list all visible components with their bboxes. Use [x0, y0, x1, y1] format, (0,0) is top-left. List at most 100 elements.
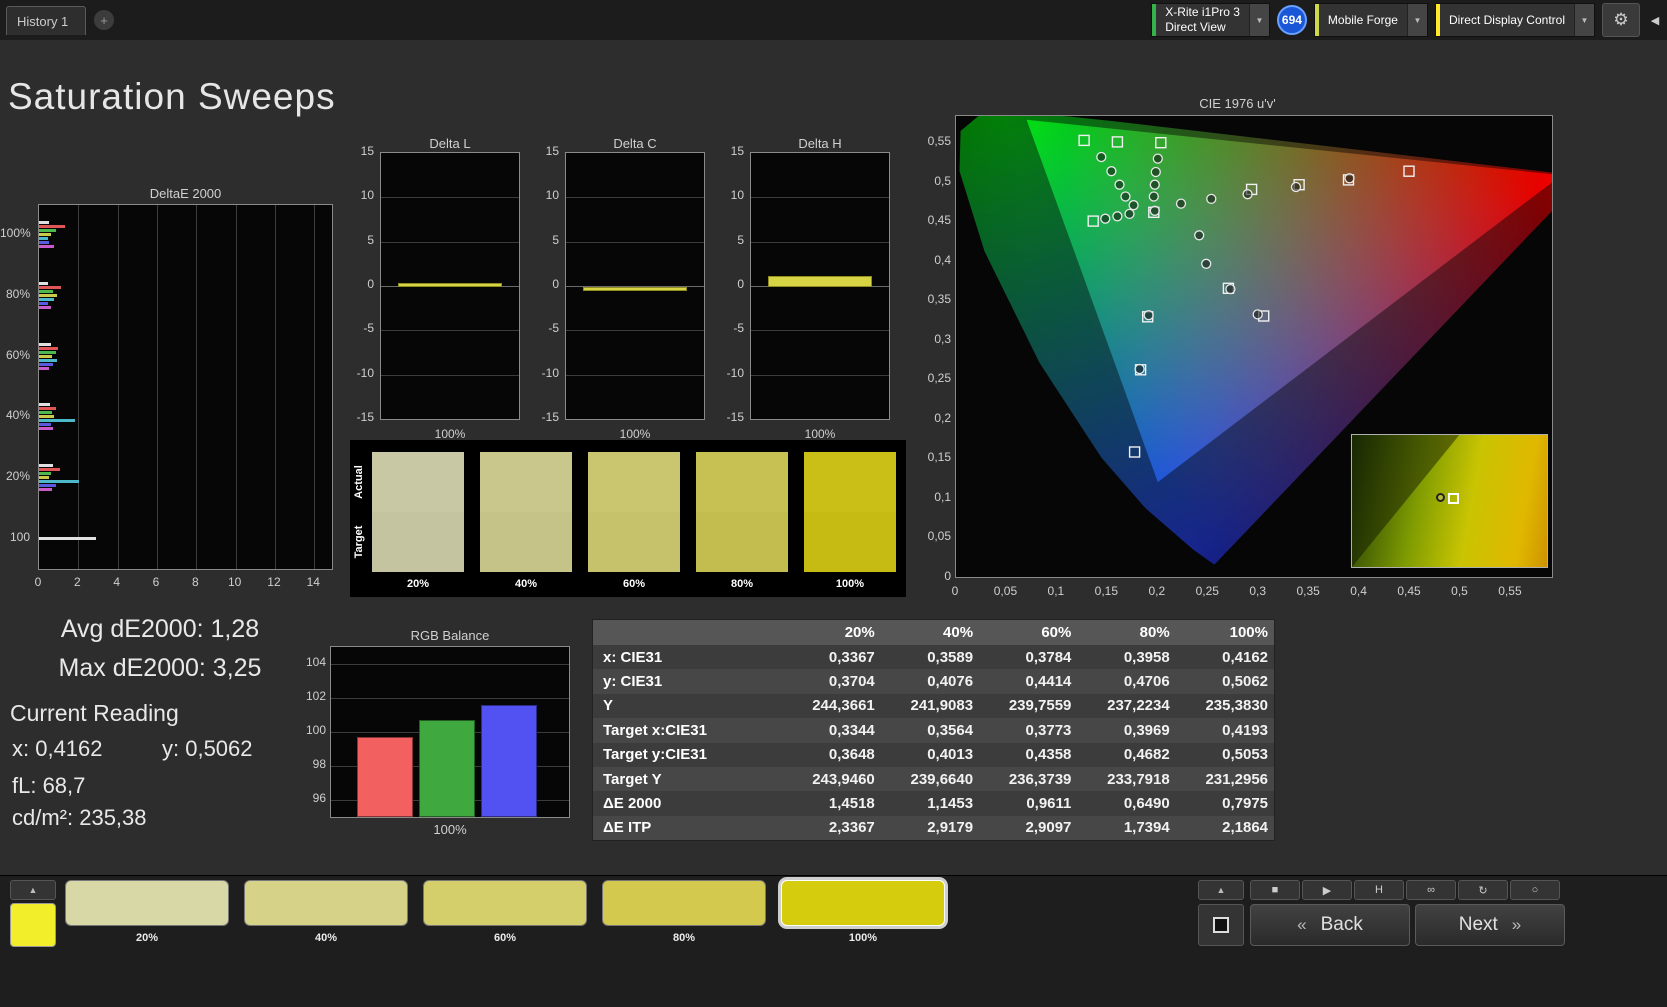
- back-label: Back: [1321, 914, 1363, 936]
- table-row: x: CIE310,33670,35890,37840,39580,4162: [593, 645, 1274, 669]
- axis-tick-label: 100: [296, 723, 326, 737]
- display-control-selector[interactable]: Direct Display Control ▼: [1435, 3, 1595, 37]
- axis-tick-label: 0,25: [911, 371, 951, 385]
- current-color-swatch[interactable]: [10, 903, 56, 947]
- axis-tick-label: -5: [344, 321, 374, 335]
- axis-tick-label: 0,35: [911, 292, 951, 306]
- deltae-bar: [39, 241, 49, 244]
- chevron-down-icon[interactable]: ▼: [1407, 4, 1427, 36]
- chevron-down-icon[interactable]: ▼: [1574, 4, 1594, 36]
- axis-tick-label: 5: [344, 233, 374, 247]
- cell-value: 236,3739: [979, 767, 1077, 791]
- gridline: [381, 330, 519, 331]
- axis-tick-label: 0,2: [911, 411, 951, 425]
- axis-tick-label: -15: [529, 410, 559, 424]
- deltae-bar: [39, 225, 65, 228]
- row-label: Target Y: [593, 767, 782, 791]
- collapse-panel-button[interactable]: ◀: [1647, 3, 1663, 37]
- collapse-up-right-button[interactable]: ▲: [1198, 880, 1244, 900]
- deltae-bar: [39, 355, 52, 358]
- axis-tick-label: 40%: [0, 408, 30, 422]
- actual-swatch: [372, 452, 464, 512]
- axis-tick-label: 10: [344, 188, 374, 202]
- table-header-row: 20%40%60%80%100%: [593, 620, 1274, 645]
- current-y-reading: y: 0,5062: [162, 736, 253, 762]
- collapse-up-left-button[interactable]: ▲: [10, 880, 56, 900]
- continuous-measure-button[interactable]: ∞: [1406, 880, 1456, 900]
- blue-bar: [481, 705, 537, 817]
- cell-value: 233,7918: [1077, 767, 1175, 791]
- pattern-swatch-60pct[interactable]: [423, 880, 587, 926]
- source-selector[interactable]: Mobile Forge ▼: [1314, 3, 1428, 37]
- cell-value: 0,4358: [979, 743, 1077, 767]
- swatch-label: 80%: [696, 578, 788, 590]
- square-icon: [1213, 917, 1229, 933]
- add-tab-button[interactable]: +: [94, 10, 114, 30]
- deltae-bar: [39, 415, 54, 418]
- axis-tick-label: 5: [714, 233, 744, 247]
- axis-tick-label: 0: [35, 575, 42, 589]
- loop-button[interactable]: ↻: [1458, 880, 1508, 900]
- axis-tick-label: 104: [296, 655, 326, 669]
- pattern-swatch-40pct[interactable]: [244, 880, 408, 926]
- cell-value: 231,2956: [1176, 767, 1274, 791]
- pattern-window-button[interactable]: [1198, 904, 1244, 946]
- axis-tick-label: 0,1: [911, 490, 951, 504]
- cell-value: 2,9179: [881, 816, 979, 840]
- current-reading-title: Current Reading: [10, 700, 179, 727]
- deltae-bar: [39, 359, 57, 362]
- tab-history-1[interactable]: History 1: [6, 6, 86, 35]
- deltae-bar: [39, 488, 52, 491]
- source-name: Mobile Forge: [1319, 4, 1407, 36]
- cell-value: 2,9097: [979, 816, 1077, 840]
- next-button[interactable]: Next »: [1415, 904, 1565, 946]
- cell-value: 0,4414: [979, 669, 1077, 693]
- delta-c-title: Delta C: [565, 136, 705, 151]
- cell-value: 1,7394: [1077, 816, 1175, 840]
- back-arrow-icon: «: [1297, 915, 1306, 935]
- swatch-label: 20%: [372, 578, 464, 590]
- column-header: 100%: [1176, 620, 1274, 645]
- axis-tick-label: 10: [714, 188, 744, 202]
- gridline: [751, 330, 889, 331]
- column-header: 80%: [1077, 620, 1175, 645]
- deltae-x-labels: 02468101214: [38, 575, 333, 591]
- cell-value: 0,3969: [1077, 718, 1175, 742]
- stop-button[interactable]: ■: [1250, 880, 1300, 900]
- row-label: ΔE ITP: [593, 816, 782, 840]
- meter-name: X-Rite i1Pro 3 Direct View: [1156, 4, 1249, 36]
- axis-tick-label: 0,15: [911, 450, 951, 464]
- pattern-generator-button[interactable]: H: [1354, 880, 1404, 900]
- cell-value: 0,4706: [1077, 669, 1175, 693]
- cell-value: 0,5062: [1176, 669, 1274, 693]
- axis-tick-label: 0,05: [911, 529, 951, 543]
- actual-row-label: Actual: [353, 454, 365, 510]
- back-button[interactable]: « Back: [1250, 904, 1410, 946]
- axis-tick-label: 15: [344, 144, 374, 158]
- pattern-swatch-20pct[interactable]: [65, 880, 229, 926]
- gridline: [751, 197, 889, 198]
- cell-value: 0,6490: [1077, 791, 1175, 815]
- axis-tick-label: 0,4: [1350, 584, 1367, 598]
- measurement-count-badge: 694: [1277, 5, 1307, 35]
- deltae-bar: [39, 290, 53, 293]
- play-button[interactable]: ▶: [1302, 880, 1352, 900]
- target-swatch: [588, 512, 680, 572]
- deltae-bar: [39, 306, 51, 309]
- pattern-swatch-80pct[interactable]: [602, 880, 766, 926]
- settings-button[interactable]: ⚙: [1602, 3, 1640, 37]
- topbar: History 1 + X-Rite i1Pro 3 Direct View ▼…: [0, 0, 1667, 40]
- deltae-bar: [39, 484, 56, 487]
- record-button[interactable]: ○: [1510, 880, 1560, 900]
- axis-tick-label: 0,5: [1451, 584, 1468, 598]
- chevron-down-icon[interactable]: ▼: [1249, 4, 1269, 36]
- gridline: [566, 197, 704, 198]
- pattern-swatch-100pct[interactable]: [781, 880, 945, 926]
- axis-tick-label: -15: [344, 410, 374, 424]
- axis-tick-label: 98: [296, 757, 326, 771]
- axis-tick-label: 100: [0, 530, 30, 544]
- app: History 1 + X-Rite i1Pro 3 Direct View ▼…: [0, 0, 1667, 1007]
- meter-selector[interactable]: X-Rite i1Pro 3 Direct View ▼: [1151, 3, 1270, 37]
- actual-swatch: [480, 452, 572, 512]
- bottombar: ▲ ▲ ■ ▶ H ∞ ↻ ○ « Back Next » 20%40%60%8…: [0, 875, 1667, 1007]
